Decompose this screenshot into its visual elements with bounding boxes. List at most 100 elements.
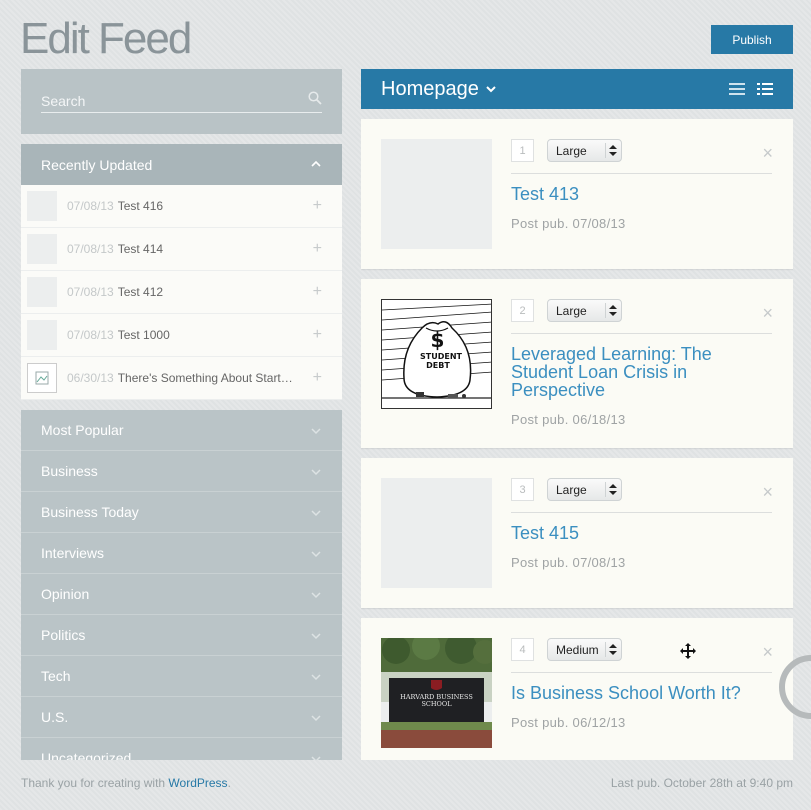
category-label: Opinion (41, 586, 90, 602)
post-title-link[interactable]: Leveraged Learning: The Student Loan Cri… (511, 345, 761, 399)
card-controls: 4 Medium (511, 638, 772, 673)
feed-card[interactable]: HARVARD BUSINESS SCHOOL 4 Medium × Is Bu… (361, 618, 793, 760)
add-icon[interactable]: + (313, 284, 322, 300)
student-debt-cartoon: $ STUDENT DEBT (381, 299, 492, 409)
list-item[interactable]: 07/08/13 Test 1000 + (21, 314, 342, 357)
position-number[interactable]: 3 (511, 478, 534, 501)
card-controls: 3 Large (511, 478, 772, 513)
size-value: Large (556, 143, 587, 158)
feed-card[interactable]: 1 Large × Test 413 Post pub. 07/08/13 (361, 119, 793, 269)
remove-icon[interactable]: × (762, 304, 773, 322)
feed-selector[interactable]: Homepage (381, 78, 497, 101)
post-thumbnail (27, 191, 57, 221)
post-title-link[interactable]: Test 413 (511, 185, 761, 203)
category-label: Business Today (41, 504, 139, 520)
list-item[interactable]: 07/08/13 Test 416 + (21, 185, 342, 228)
category-list: Most Popular Business Business Today Int… (21, 410, 342, 760)
search-input[interactable] (41, 89, 322, 113)
size-select[interactable]: Medium (547, 638, 622, 661)
post-date: 07/08/13 (67, 242, 114, 256)
post-date: 07/08/13 (67, 328, 114, 342)
list-detail-icon[interactable] (757, 82, 773, 96)
list-item[interactable]: 07/08/13 Test 414 + (21, 228, 342, 271)
position-number[interactable]: 2 (511, 299, 534, 322)
last-published: Last pub. October 28th at 9:40 pm (610, 776, 793, 790)
category-interviews[interactable]: Interviews (21, 533, 342, 574)
list-item[interactable]: 07/08/13 Test 412 + (21, 271, 342, 314)
feed-card[interactable]: $ STUDENT DEBT 2 Large × Leveraged Learn… (361, 279, 793, 448)
size-select[interactable]: Large (547, 478, 622, 501)
category-most-popular[interactable]: Most Popular (21, 410, 342, 451)
chevron-down-icon (311, 428, 321, 435)
post-thumbnail (27, 277, 57, 307)
post-date: 07/08/13 (67, 199, 114, 213)
wordpress-link[interactable]: WordPress (168, 776, 227, 790)
add-icon[interactable]: + (313, 241, 322, 257)
category-politics[interactable]: Politics (21, 615, 342, 656)
position-number[interactable]: 1 (511, 139, 534, 162)
recently-updated-header[interactable]: Recently Updated (21, 144, 342, 185)
size-select[interactable]: Large (547, 299, 622, 322)
category-opinion[interactable]: Opinion (21, 574, 342, 615)
select-arrows-icon (605, 303, 619, 318)
recently-updated-panel: Recently Updated 07/08/13 Test 416 + 07/… (21, 144, 342, 400)
recently-updated-title: Recently Updated (41, 156, 153, 173)
category-label: Most Popular (41, 422, 124, 438)
size-select[interactable]: Large (547, 139, 622, 162)
post-title: Test 414 (117, 242, 164, 256)
post-meta: Post pub. 07/08/13 (511, 555, 626, 570)
student-debt-text: STUDENT DEBT (420, 352, 462, 370)
view-toggle (729, 82, 773, 96)
card-controls: 2 Large (511, 299, 772, 334)
card-controls: 1 Large (511, 139, 772, 174)
category-label: Uncategorized (41, 750, 132, 760)
add-icon[interactable]: + (313, 198, 322, 214)
category-uncategorized[interactable]: Uncategorized (21, 738, 342, 760)
sidebar: Recently Updated 07/08/13 Test 416 + 07/… (21, 69, 342, 760)
remove-icon[interactable]: × (762, 643, 773, 661)
chevron-up-icon[interactable] (310, 158, 322, 170)
category-business-today[interactable]: Business Today (21, 492, 342, 533)
chevron-down-icon (311, 592, 321, 599)
harvard-sign-photo: HARVARD BUSINESS SCHOOL (381, 638, 492, 748)
post-title: Test 416 (117, 199, 164, 213)
list-item[interactable]: 06/30/13 There's Something About Start… … (21, 357, 342, 400)
chevron-down-icon (486, 86, 496, 93)
list-compact-icon[interactable] (729, 82, 745, 96)
dollar-sign-text: $ (430, 328, 445, 352)
post-title: There's Something About Start… (117, 371, 293, 385)
feed-panel: Homepage 1 Large × Test 413 Post pub. 07 (361, 69, 793, 760)
chevron-down-icon (311, 674, 321, 681)
publish-button[interactable]: Publish (711, 25, 793, 54)
post-title: Test 1000 (117, 328, 170, 342)
category-us[interactable]: U.S. (21, 697, 342, 738)
post-thumbnail (381, 139, 492, 249)
recent-list: 07/08/13 Test 416 + 07/08/13 Test 414 + … (21, 185, 342, 400)
position-number[interactable]: 4 (511, 638, 534, 661)
select-arrows-icon (605, 482, 619, 497)
category-tech[interactable]: Tech (21, 656, 342, 697)
post-title-link[interactable]: Test 415 (511, 524, 761, 542)
remove-icon[interactable]: × (762, 144, 773, 162)
feed-card[interactable]: 3 Large × Test 415 Post pub. 07/08/13 (361, 458, 793, 608)
hbs-sign-text: HARVARD BUSINESS SCHOOL (400, 693, 473, 708)
size-value: Large (556, 303, 587, 318)
broken-image-icon (27, 363, 57, 393)
chevron-down-icon (311, 510, 321, 517)
chevron-down-icon (311, 633, 321, 640)
chevron-down-icon (311, 715, 321, 722)
search-icon[interactable] (308, 91, 322, 105)
category-business[interactable]: Business (21, 451, 342, 492)
post-title-link[interactable]: Is Business School Worth It? (511, 684, 761, 702)
feed-header: Homepage (361, 69, 793, 109)
remove-icon[interactable]: × (762, 483, 773, 501)
add-icon[interactable]: + (313, 327, 322, 343)
size-value: Medium (556, 642, 599, 657)
select-arrows-icon (605, 143, 619, 158)
page-title: Edit Feed (20, 14, 192, 63)
feed-name: Homepage (381, 77, 479, 100)
add-icon[interactable]: + (313, 370, 322, 386)
chevron-down-icon (311, 551, 321, 558)
move-cursor-icon (680, 643, 696, 659)
category-label: Tech (41, 668, 71, 684)
